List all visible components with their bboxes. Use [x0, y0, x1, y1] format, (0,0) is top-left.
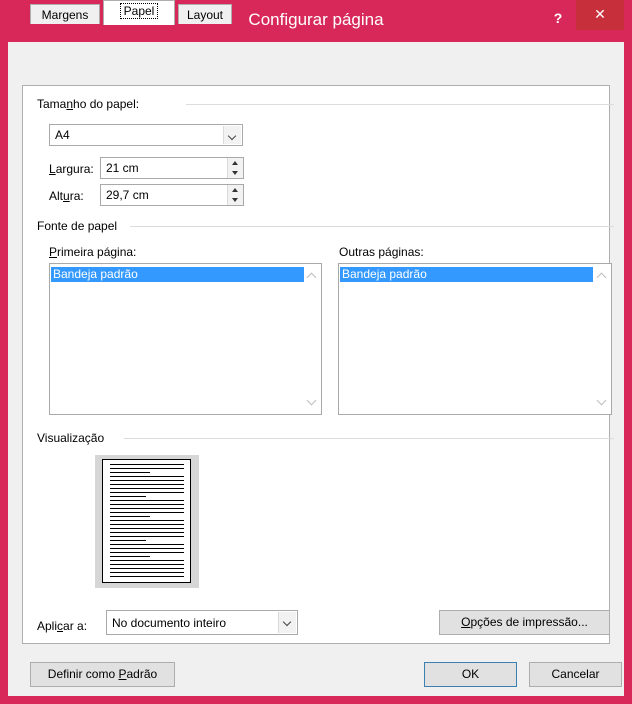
preview-group-title: Visualização: [37, 431, 105, 445]
tab-layout-label: Layout: [186, 8, 224, 22]
height-label: Altura:: [49, 189, 84, 203]
chevron-down-icon[interactable]: [223, 126, 241, 144]
tab-margens[interactable]: Margens: [30, 4, 100, 24]
other-pages-listbox[interactable]: Bandeja padrão: [338, 263, 612, 415]
width-value: 21 cm: [106, 161, 139, 175]
tab-margens-label: Margens: [41, 8, 89, 22]
list-item[interactable]: Bandeja padrão: [340, 267, 593, 282]
chevron-down-icon[interactable]: [278, 612, 296, 633]
print-options-button[interactable]: Opções de impressão...: [439, 610, 610, 635]
scroll-down-icon[interactable]: [306, 395, 317, 406]
width-label: Largura:: [49, 162, 94, 176]
paper-size-select[interactable]: A4: [49, 124, 243, 146]
height-value: 29,7 cm: [106, 188, 149, 202]
scroll-up-icon[interactable]: [596, 272, 607, 283]
height-spinner[interactable]: 29,7 cm: [100, 184, 244, 206]
group-divider: [130, 226, 614, 227]
other-pages-label: Outras páginas:: [339, 245, 424, 259]
spin-down-icon[interactable]: [228, 195, 243, 205]
width-spinner[interactable]: 21 cm: [100, 157, 244, 179]
group-divider: [186, 104, 614, 105]
tab-layout[interactable]: Layout: [178, 4, 232, 24]
width-spinner-buttons: [227, 158, 243, 178]
apply-to-value: No documento inteiro: [112, 615, 227, 630]
tab-papel-label: Papel: [119, 3, 159, 19]
first-page-listbox[interactable]: Bandeja padrão: [49, 263, 322, 415]
scrollbar[interactable]: [594, 265, 610, 413]
height-spinner-buttons: [227, 185, 243, 205]
group-divider: [124, 438, 614, 439]
page-preview: [102, 459, 191, 583]
scroll-down-icon[interactable]: [596, 395, 607, 406]
apply-to-label: Aplicar a:: [37, 619, 88, 633]
paper-size-group-title: Tamanho do papel:: [37, 97, 140, 111]
paper-source-group-title: Fonte de papel: [37, 219, 118, 233]
scrollbar[interactable]: [304, 265, 320, 413]
paper-size-value: A4: [55, 128, 70, 142]
set-default-button[interactable]: Definir como Padrão: [30, 662, 175, 687]
spin-down-icon[interactable]: [228, 168, 243, 178]
apply-to-select[interactable]: No documento inteiro: [106, 610, 298, 635]
tab-papel[interactable]: Papel: [103, 0, 175, 25]
ok-button[interactable]: OK: [424, 662, 517, 687]
scroll-up-icon[interactable]: [306, 272, 317, 283]
list-item[interactable]: Bandeja padrão: [51, 267, 304, 282]
first-page-label: Primeira página:: [49, 245, 137, 259]
cancel-button[interactable]: Cancelar: [529, 662, 622, 687]
help-button[interactable]: ?: [548, 10, 568, 26]
close-button[interactable]: ✕: [576, 0, 624, 30]
